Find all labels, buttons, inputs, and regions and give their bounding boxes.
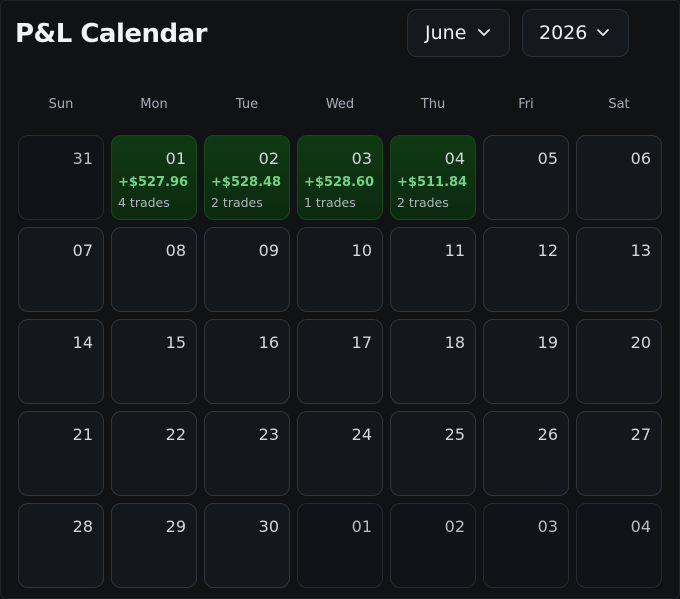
calendar-day-cell[interactable]: 22 bbox=[111, 411, 197, 496]
day-number: 02 bbox=[444, 517, 465, 536]
weekday-label: Tue bbox=[235, 97, 259, 112]
day-number: 31 bbox=[72, 149, 93, 168]
calendar-day-cell[interactable]: 16 bbox=[204, 319, 290, 404]
calendar-day-cell[interactable]: 13 bbox=[576, 227, 662, 312]
day-number: 11 bbox=[444, 241, 465, 260]
day-number: 03 bbox=[537, 517, 558, 536]
weekday-label: Fri bbox=[518, 97, 534, 112]
chevron-down-icon bbox=[597, 29, 609, 36]
calendar-day-cell[interactable]: 09 bbox=[204, 227, 290, 312]
year-select[interactable]: 2026 bbox=[522, 9, 629, 57]
calendar-day-cell[interactable]: 15 bbox=[111, 319, 197, 404]
calendar-day-cell[interactable]: 27 bbox=[576, 411, 662, 496]
month-select-value: June bbox=[425, 22, 467, 44]
trade-count: 2 trades bbox=[397, 195, 449, 210]
day-number: 12 bbox=[537, 241, 558, 260]
daily-pnl-value: +$528.60 bbox=[304, 175, 375, 190]
calendar-day-cell-outside-month[interactable]: 04 bbox=[576, 503, 662, 588]
day-number: 04 bbox=[630, 517, 651, 536]
weekday-label: Mon bbox=[140, 97, 168, 112]
day-number: 05 bbox=[537, 149, 558, 168]
calendar-day-cell[interactable]: 12 bbox=[483, 227, 569, 312]
calendar-day-cell[interactable]: 23 bbox=[204, 411, 290, 496]
calendar-day-cell[interactable]: 17 bbox=[297, 319, 383, 404]
day-number: 23 bbox=[258, 425, 279, 444]
day-number: 08 bbox=[165, 241, 186, 260]
day-number: 13 bbox=[630, 241, 651, 260]
calendar-day-cell-with-pnl[interactable]: 03 +$528.60 1 trades bbox=[297, 135, 383, 220]
calendar-day-cell[interactable]: 25 bbox=[390, 411, 476, 496]
day-number: 10 bbox=[351, 241, 372, 260]
calendar-day-cell-outside-month[interactable]: 01 bbox=[297, 503, 383, 588]
calendar-day-cell[interactable]: 20 bbox=[576, 319, 662, 404]
calendar-day-cell[interactable]: 30 bbox=[204, 503, 290, 588]
calendar-day-cell[interactable]: 18 bbox=[390, 319, 476, 404]
daily-pnl-value: +$511.84 bbox=[397, 175, 468, 190]
calendar-day-cell[interactable]: 05 bbox=[483, 135, 569, 220]
day-number: 21 bbox=[72, 425, 93, 444]
day-number: 24 bbox=[351, 425, 372, 444]
month-select[interactable]: June bbox=[407, 9, 510, 57]
day-number: 07 bbox=[72, 241, 93, 260]
trade-count: 1 trades bbox=[304, 195, 356, 210]
day-number: 03 bbox=[351, 149, 372, 168]
calendar-day-cell[interactable]: 19 bbox=[483, 319, 569, 404]
calendar-day-cell[interactable]: 08 bbox=[111, 227, 197, 312]
pnl-calendar-panel: P&L Calendar June 2026 Sun Mon Tue Wed Thu Fr… bbox=[0, 0, 680, 599]
calendar-day-cell[interactable]: 28 bbox=[18, 503, 104, 588]
day-number: 09 bbox=[258, 241, 279, 260]
calendar-day-cell[interactable]: 11 bbox=[390, 227, 476, 312]
calendar-day-cell[interactable]: 24 bbox=[297, 411, 383, 496]
day-number: 19 bbox=[537, 333, 558, 352]
day-number: 02 bbox=[258, 149, 279, 168]
year-select-value: 2026 bbox=[539, 22, 588, 44]
day-number: 29 bbox=[165, 517, 186, 536]
calendar-day-cell[interactable]: 21 bbox=[18, 411, 104, 496]
day-number: 04 bbox=[444, 149, 465, 168]
calendar-day-cell-with-pnl[interactable]: 01 +$527.96 4 trades bbox=[111, 135, 197, 220]
day-number: 01 bbox=[351, 517, 372, 536]
day-number: 22 bbox=[165, 425, 186, 444]
calendar-day-cell-outside-month[interactable]: 31 bbox=[18, 135, 104, 220]
daily-pnl-value: +$527.96 bbox=[118, 175, 189, 190]
weekday-label: Wed bbox=[325, 97, 355, 112]
calendar-day-cell[interactable]: 26 bbox=[483, 411, 569, 496]
page-title: P&L Calendar bbox=[15, 19, 208, 49]
trade-count: 2 trades bbox=[211, 195, 263, 210]
day-number: 25 bbox=[444, 425, 465, 444]
weekday-label: Thu bbox=[420, 97, 446, 112]
calendar-day-cell-outside-month[interactable]: 03 bbox=[483, 503, 569, 588]
day-number: 17 bbox=[351, 333, 372, 352]
day-number: 14 bbox=[72, 333, 93, 352]
day-number: 01 bbox=[165, 149, 186, 168]
day-number: 18 bbox=[444, 333, 465, 352]
day-number: 20 bbox=[630, 333, 651, 352]
day-number: 06 bbox=[630, 149, 651, 168]
day-number: 28 bbox=[72, 517, 93, 536]
day-number: 16 bbox=[258, 333, 279, 352]
calendar-day-cell[interactable]: 07 bbox=[18, 227, 104, 312]
calendar-day-cell-with-pnl[interactable]: 04 +$511.84 2 trades bbox=[390, 135, 476, 220]
weekday-label: Sun bbox=[48, 97, 74, 112]
calendar-day-cell[interactable]: 14 bbox=[18, 319, 104, 404]
day-number: 30 bbox=[258, 517, 279, 536]
calendar-day-cell-outside-month[interactable]: 02 bbox=[390, 503, 476, 588]
day-number: 15 bbox=[165, 333, 186, 352]
calendar-day-cell[interactable]: 10 bbox=[297, 227, 383, 312]
daily-pnl-value: +$528.48 bbox=[211, 175, 282, 190]
calendar-day-cell[interactable]: 06 bbox=[576, 135, 662, 220]
day-number: 27 bbox=[630, 425, 651, 444]
calendar-day-cell-with-pnl[interactable]: 02 +$528.48 2 trades bbox=[204, 135, 290, 220]
chevron-down-icon bbox=[478, 29, 490, 36]
calendar-day-cell[interactable]: 29 bbox=[111, 503, 197, 588]
weekday-label: Sat bbox=[608, 97, 630, 112]
trade-count: 4 trades bbox=[118, 195, 170, 210]
day-number: 26 bbox=[537, 425, 558, 444]
